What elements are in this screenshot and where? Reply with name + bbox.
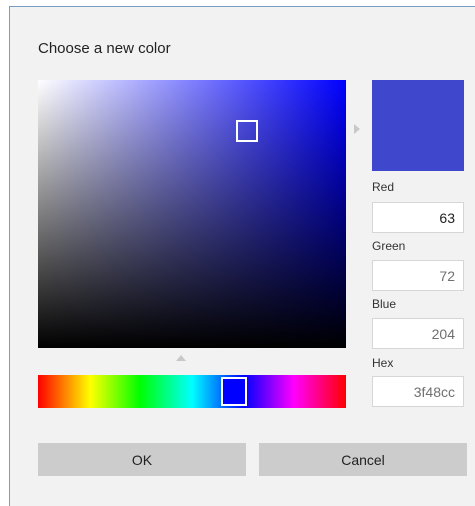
- blue-input[interactable]: [372, 318, 464, 349]
- saturation-value-panel[interactable]: [38, 80, 346, 348]
- red-label: Red: [372, 180, 395, 194]
- color-preview-swatch: [372, 80, 464, 171]
- triangle-right-icon: [354, 124, 360, 134]
- color-picker-dialog: Choose a new color Red Green Blue Hex OK…: [9, 6, 475, 506]
- red-input[interactable]: [372, 202, 464, 233]
- green-label: Green: [372, 239, 406, 253]
- cancel-button[interactable]: Cancel: [259, 443, 467, 476]
- hue-slider-thumb[interactable]: [221, 377, 247, 406]
- green-input[interactable]: [372, 260, 464, 291]
- triangle-up-icon: [176, 355, 186, 361]
- dialog-title: Choose a new color: [38, 40, 171, 57]
- hex-label: Hex: [372, 356, 394, 370]
- hex-input[interactable]: [372, 376, 464, 407]
- ok-button[interactable]: OK: [38, 443, 246, 476]
- hue-slider[interactable]: [38, 375, 346, 408]
- saturation-value-cursor[interactable]: [236, 120, 258, 142]
- blue-label: Blue: [372, 297, 397, 311]
